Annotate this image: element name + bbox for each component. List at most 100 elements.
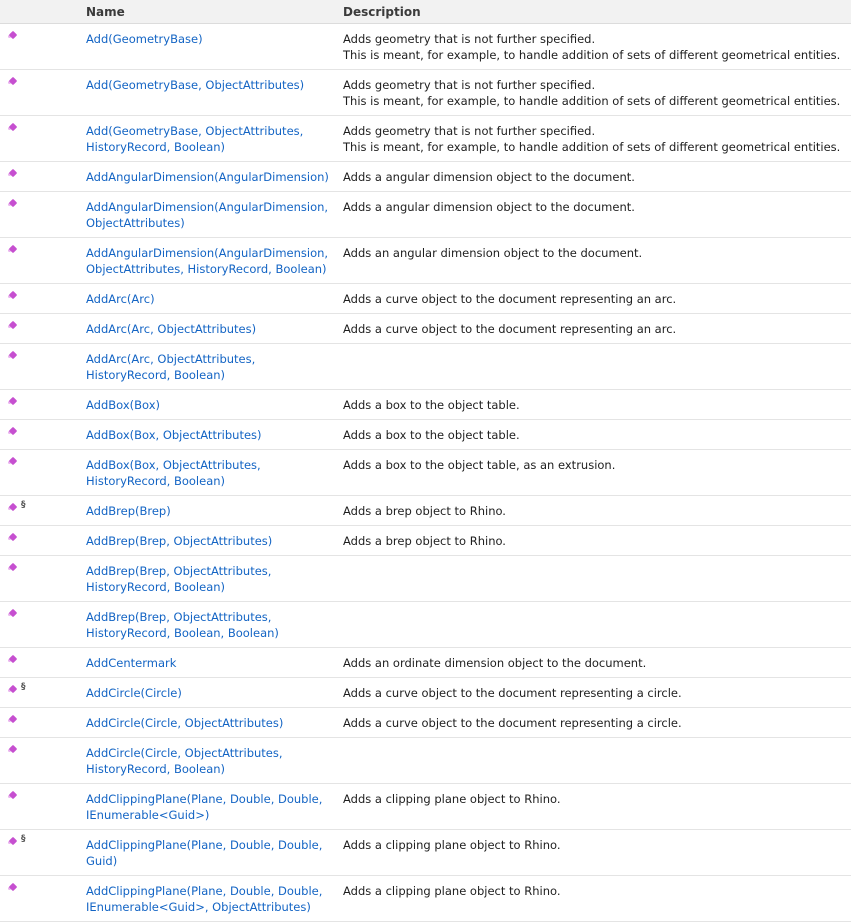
description-text: Adds a box to the object table. bbox=[343, 428, 520, 442]
member-link[interactable]: AddCircle(Circle, ObjectAttributes, Hist… bbox=[86, 746, 283, 776]
member-link[interactable]: AddCircle(Circle) bbox=[86, 686, 182, 700]
header-name: Name bbox=[80, 0, 337, 24]
member-link[interactable]: AddClippingPlane(Plane, Double, Double, … bbox=[86, 884, 322, 914]
public-method-icon bbox=[8, 836, 19, 847]
header-row: Name Description bbox=[0, 0, 851, 24]
member-name-cell: AddBrep(Brep, ObjectAttributes) bbox=[80, 525, 337, 556]
member-description-cell: Adds an angular dimension object to the … bbox=[337, 237, 851, 284]
public-method-icon bbox=[8, 882, 19, 893]
member-icons bbox=[0, 161, 80, 192]
description-text: Adds a box to the object table. bbox=[343, 398, 520, 412]
table-row: AddBrep(Brep, ObjectAttributes, HistoryR… bbox=[0, 601, 851, 648]
member-icons bbox=[0, 343, 80, 390]
table-row: AddArc(Arc) Adds a curve object to the do… bbox=[0, 283, 851, 314]
public-method-icon bbox=[8, 562, 19, 573]
description-text: This is meant, for example, to handle ad… bbox=[343, 94, 841, 108]
member-link[interactable]: AddArc(Arc) bbox=[86, 292, 155, 306]
description-text: Adds a angular dimension object to the d… bbox=[343, 200, 635, 214]
public-method-icon bbox=[8, 244, 19, 255]
member-name-cell: Add(GeometryBase) bbox=[80, 23, 337, 70]
member-icons bbox=[0, 191, 80, 238]
public-method-icon bbox=[8, 426, 19, 437]
description-text: Adds a box to the object table, as an ex… bbox=[343, 458, 616, 472]
description-text: Adds geometry that is not further specif… bbox=[343, 78, 596, 92]
member-name-cell: AddCircle(Circle, ObjectAttributes, Hist… bbox=[80, 737, 337, 784]
member-link[interactable]: AddCentermark bbox=[86, 656, 176, 670]
table-row: AddBrep(Brep, ObjectAttributes) Adds a br… bbox=[0, 525, 851, 556]
description-text: This is meant, for example, to handle ad… bbox=[343, 140, 841, 154]
public-method-icon bbox=[8, 396, 19, 407]
member-name-cell: AddBox(Box) bbox=[80, 389, 337, 420]
public-method-icon bbox=[8, 684, 19, 695]
member-link[interactable]: AddAngularDimension(AngularDimension, Ob… bbox=[86, 246, 328, 276]
table-row: Add(GeometryBase, ObjectAttributes) Adds … bbox=[0, 69, 851, 116]
member-link[interactable]: Add(GeometryBase, ObjectAttributes) bbox=[86, 78, 304, 92]
static-member-icon: § bbox=[21, 500, 26, 510]
member-name-cell: AddClippingPlane(Plane, Double, Double, … bbox=[80, 875, 337, 922]
public-method-icon bbox=[8, 790, 19, 801]
public-method-icon bbox=[8, 608, 19, 619]
member-link[interactable]: AddCircle(Circle, ObjectAttributes) bbox=[86, 716, 283, 730]
member-description-cell: Adds a box to the object table, as an ex… bbox=[337, 449, 851, 496]
member-name-cell: AddArc(Arc) bbox=[80, 283, 337, 314]
member-icons bbox=[0, 555, 80, 602]
table-row: § AddBrep(Brep) Adds a brep object to Rhin… bbox=[0, 495, 851, 526]
public-method-icon bbox=[8, 76, 19, 87]
table-row: AddBox(Box, ObjectAttributes) Adds a box … bbox=[0, 419, 851, 450]
description-text: Adds a clipping plane object to Rhino. bbox=[343, 884, 561, 898]
member-name-cell: AddAngularDimension(AngularDimension, Ob… bbox=[80, 237, 337, 284]
table-row: Add(GeometryBase) Adds geometry that is n… bbox=[0, 23, 851, 70]
member-description-cell: Adds geometry that is not further specif… bbox=[337, 23, 851, 70]
member-link[interactable]: Add(GeometryBase) bbox=[86, 32, 203, 46]
member-icons bbox=[0, 23, 80, 70]
member-link[interactable]: AddArc(Arc, ObjectAttributes) bbox=[86, 322, 256, 336]
public-method-icon bbox=[8, 714, 19, 725]
description-text: Adds a curve object to the document repr… bbox=[343, 716, 682, 730]
member-link[interactable]: AddArc(Arc, ObjectAttributes, HistoryRec… bbox=[86, 352, 255, 382]
member-link[interactable]: AddClippingPlane(Plane, Double, Double, … bbox=[86, 838, 322, 868]
member-icons: § bbox=[0, 829, 80, 876]
member-description-cell: Adds a box to the object table. bbox=[337, 419, 851, 450]
member-name-cell: AddBox(Box, ObjectAttributes, HistoryRec… bbox=[80, 449, 337, 496]
description-text: Adds an ordinate dimension object to the… bbox=[343, 656, 647, 670]
table-row: AddCentermark Adds an ordinate dimension … bbox=[0, 647, 851, 678]
member-link[interactable]: AddAngularDimension(AngularDimension) bbox=[86, 170, 329, 184]
public-method-icon bbox=[8, 122, 19, 133]
table-row: AddBox(Box, ObjectAttributes, HistoryRec… bbox=[0, 449, 851, 496]
table-row: Add(GeometryBase, ObjectAttributes, Hist… bbox=[0, 115, 851, 162]
member-name-cell: AddClippingPlane(Plane, Double, Double, … bbox=[80, 783, 337, 830]
member-icons bbox=[0, 313, 80, 344]
member-link[interactable]: AddBrep(Brep, ObjectAttributes) bbox=[86, 534, 272, 548]
member-name-cell: AddAngularDimension(AngularDimension, Ob… bbox=[80, 191, 337, 238]
description-text: Adds a clipping plane object to Rhino. bbox=[343, 792, 561, 806]
description-text: Adds an angular dimension object to the … bbox=[343, 246, 643, 260]
header-description: Description bbox=[337, 0, 851, 24]
member-link[interactable]: AddBrep(Brep) bbox=[86, 504, 171, 518]
member-description-cell: Adds geometry that is not further specif… bbox=[337, 115, 851, 162]
description-text: Adds geometry that is not further specif… bbox=[343, 32, 596, 46]
table-row: AddAngularDimension(AngularDimension) Add… bbox=[0, 161, 851, 192]
description-text: Adds a curve object to the document repr… bbox=[343, 292, 677, 306]
member-link[interactable]: AddBrep(Brep, ObjectAttributes, HistoryR… bbox=[86, 610, 279, 640]
member-link[interactable]: AddBox(Box, ObjectAttributes, HistoryRec… bbox=[86, 458, 261, 488]
description-text: Adds a brep object to Rhino. bbox=[343, 504, 506, 518]
member-name-cell: AddCentermark bbox=[80, 647, 337, 678]
member-description-cell: Adds a angular dimension object to the d… bbox=[337, 161, 851, 192]
public-method-icon bbox=[8, 290, 19, 301]
member-link[interactable]: AddAngularDimension(AngularDimension, Ob… bbox=[86, 200, 328, 230]
member-description-cell bbox=[337, 343, 851, 390]
description-text: Adds geometry that is not further specif… bbox=[343, 124, 596, 138]
description-text: Adds a angular dimension object to the d… bbox=[343, 170, 635, 184]
member-name-cell: AddCircle(Circle) bbox=[80, 677, 337, 708]
member-link[interactable]: AddClippingPlane(Plane, Double, Double, … bbox=[86, 792, 322, 822]
member-link[interactable]: Add(GeometryBase, ObjectAttributes, Hist… bbox=[86, 124, 303, 154]
member-description-cell: Adds a clipping plane object to Rhino. bbox=[337, 875, 851, 922]
member-link[interactable]: AddBrep(Brep, ObjectAttributes, HistoryR… bbox=[86, 564, 271, 594]
member-link[interactable]: AddBox(Box, ObjectAttributes) bbox=[86, 428, 262, 442]
member-description-cell: Adds an ordinate dimension object to the… bbox=[337, 647, 851, 678]
member-icons bbox=[0, 237, 80, 284]
member-name-cell: AddArc(Arc, ObjectAttributes, HistoryRec… bbox=[80, 343, 337, 390]
member-link[interactable]: AddBox(Box) bbox=[86, 398, 160, 412]
member-name-cell: AddBrep(Brep, ObjectAttributes, HistoryR… bbox=[80, 601, 337, 648]
member-description-cell: Adds a angular dimension object to the d… bbox=[337, 191, 851, 238]
